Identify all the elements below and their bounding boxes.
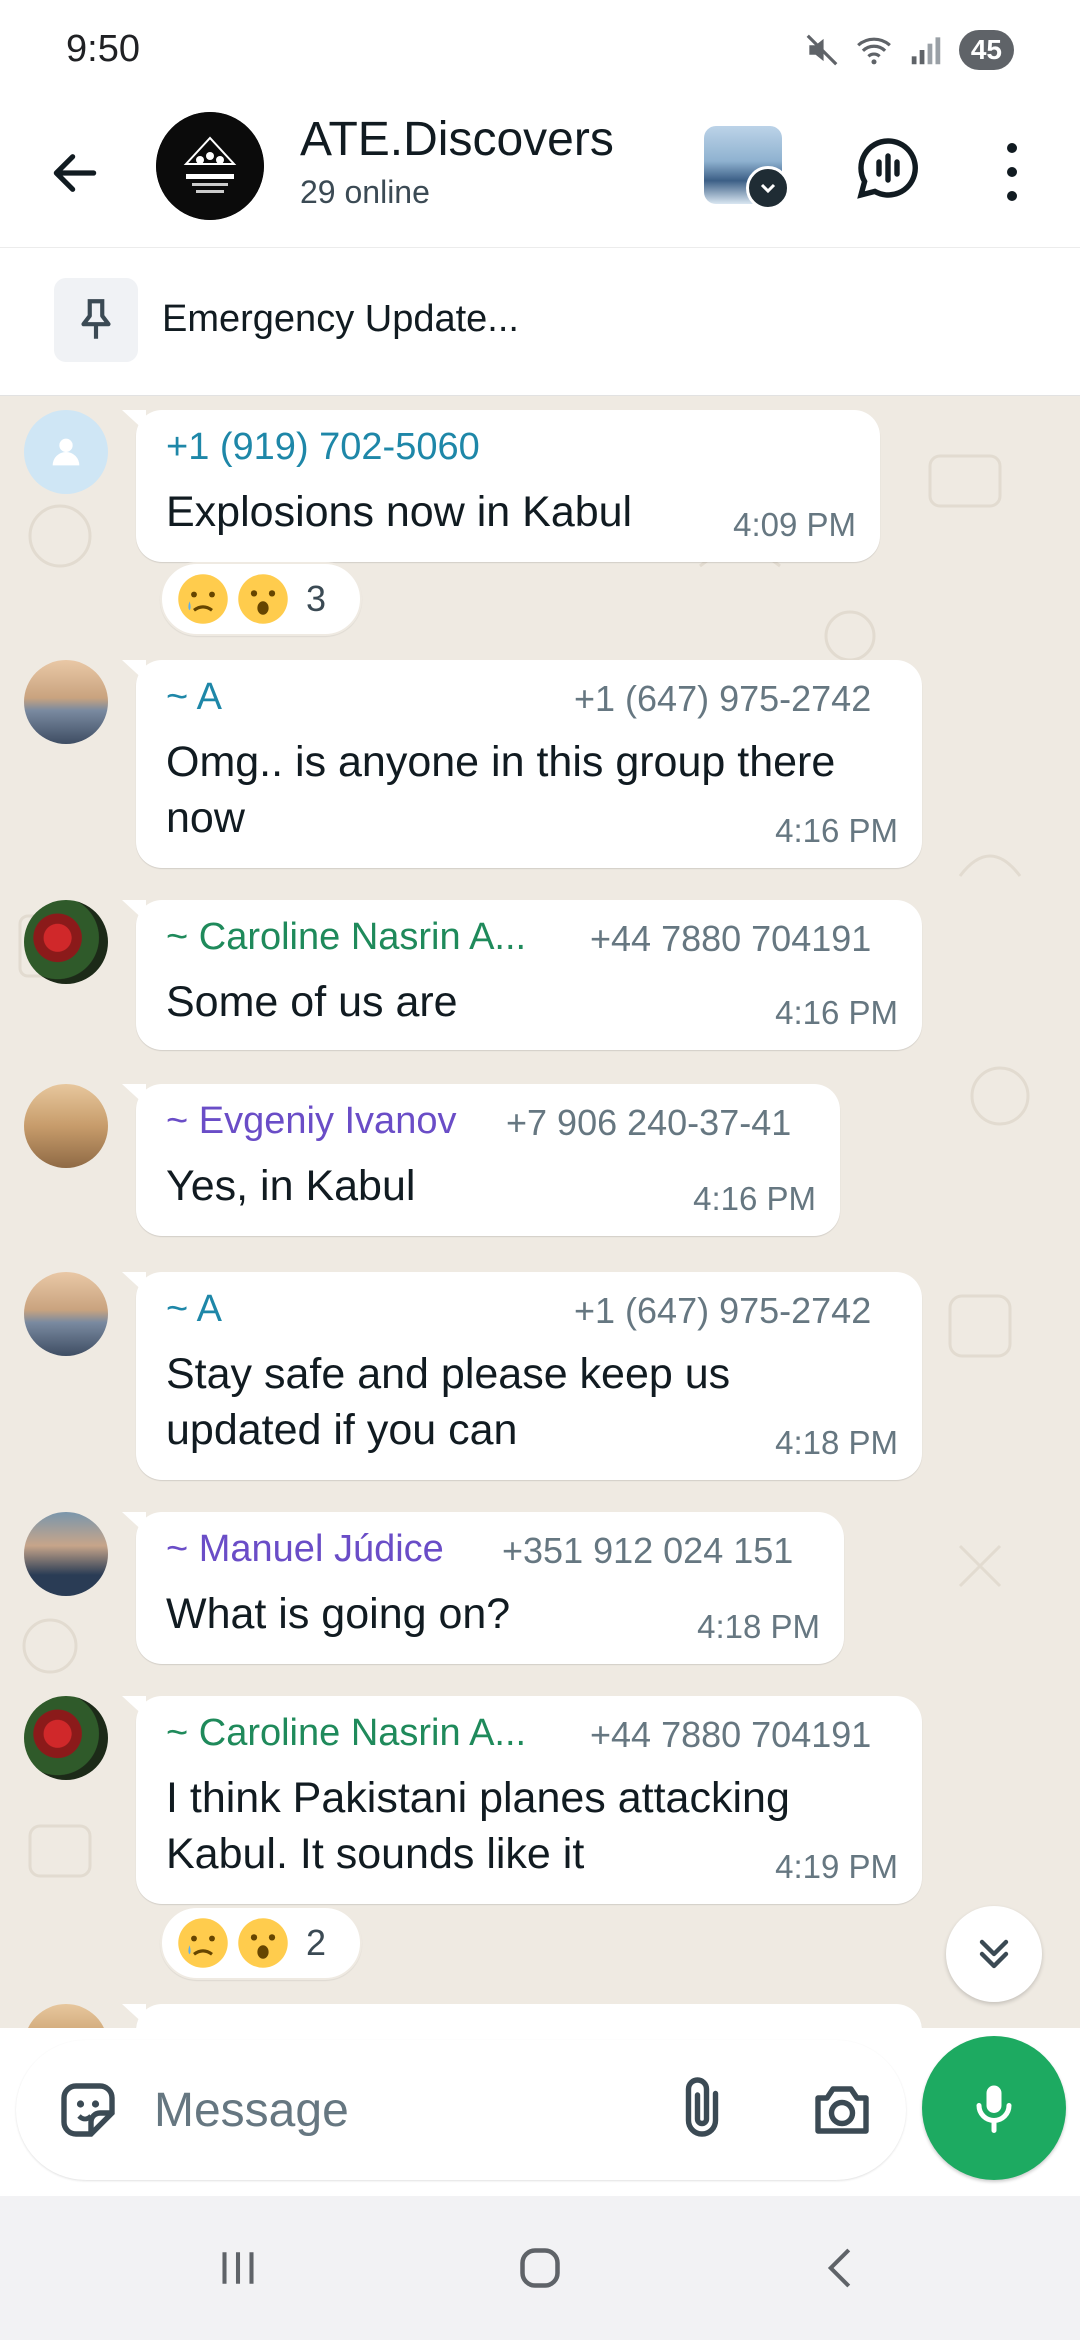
group-logo-icon: [156, 112, 264, 220]
pinned-text: Emergency Update...: [162, 298, 519, 340]
message-time: 4:19 PM: [775, 1848, 898, 1885]
astonished-face-icon: [238, 1918, 288, 1968]
message-time: 4:16 PM: [775, 812, 898, 849]
more-vert-icon: [1007, 143, 1017, 153]
reactions-pill[interactable]: 3: [160, 562, 362, 636]
battery-indicator: 45: [958, 30, 1014, 70]
sender-name[interactable]: ~ Manuel Júdice: [166, 1528, 444, 1571]
chat-header: ATE.Discovers 29 online: [0, 100, 1080, 248]
sender-avatar[interactable]: [24, 1084, 108, 1168]
back-arrow-icon: [53, 154, 97, 192]
sender-name[interactable]: ~ A: [166, 1288, 222, 1331]
wifi-icon: [856, 37, 891, 65]
message-time: 4:16 PM: [693, 1180, 816, 1217]
message-bubble[interactable]: ~ Caroline Nasrin A... +44 7880 704191 S…: [122, 900, 922, 1050]
message-row: +1 (919) 702-5060 Explosions now in Kabu…: [0, 410, 1080, 640]
group-avatar[interactable]: [156, 112, 264, 220]
sender-name[interactable]: ~ Caroline Nasrin A...: [166, 1712, 526, 1755]
message-bubble[interactable]: ~ A +1 (647) 975-2742 Omg.. is anyone in…: [122, 660, 922, 868]
message-input[interactable]: [154, 2070, 634, 2150]
message-bubble[interactable]: ~ Evgeniy Ivanov +7 906 240-37-41 Yes, i…: [122, 1084, 840, 1236]
message-row: ~ A +1 (647) 975-2742 Stay safe and plea…: [0, 1272, 1080, 1482]
sender-avatar[interactable]: [24, 660, 108, 744]
reactions-pill[interactable]: 2: [160, 1906, 362, 1980]
attach-icon[interactable]: [666, 2074, 738, 2146]
camera-icon[interactable]: [806, 2074, 878, 2146]
back-nav-icon: [827, 2248, 851, 2288]
sender-name[interactable]: +1 (919) 702-5060: [166, 426, 480, 469]
mic-icon: [976, 2085, 1012, 2133]
sender-phone: +44 7880 704191: [590, 1714, 872, 1755]
mute-icon: [806, 34, 838, 66]
message-time: 4:18 PM: [697, 1608, 820, 1645]
reaction-count: 2: [306, 1922, 327, 1963]
message-bubble[interactable]: +1 (919) 702-5060 Explosions now in Kabu…: [122, 410, 880, 562]
back-nav-button[interactable]: [806, 2232, 878, 2304]
sender-phone: +351 912 024 151: [502, 1530, 794, 1571]
message-text: Omg.. is anyone in this group there now: [166, 738, 836, 842]
recents-icon: [222, 2252, 254, 2284]
sender-avatar[interactable]: [24, 900, 108, 984]
message-row-partial: [0, 2004, 1080, 2028]
status-time: 9:50: [66, 28, 140, 70]
back-button[interactable]: [40, 138, 110, 208]
message-text: Some of us are: [166, 978, 458, 1026]
voice-chat-icon[interactable]: [852, 132, 924, 204]
message-text: Yes, in Kabul: [166, 1162, 416, 1210]
pin-icon: [54, 278, 138, 362]
message-row: ~ Evgeniy Ivanov +7 906 240-37-41 Yes, i…: [0, 1084, 1080, 1240]
status-icons: 45: [803, 30, 1014, 70]
message-bubble[interactable]: ~ Manuel Júdice +351 912 024 151 What is…: [122, 1512, 844, 1664]
crying-face-icon: [178, 1918, 228, 1968]
recents-button[interactable]: [202, 2232, 274, 2304]
pinned-message-bar[interactable]: Emergency Update...: [0, 248, 1080, 396]
message-row: ~ Manuel Júdice +351 912 024 151 What is…: [0, 1512, 1080, 1668]
message-bubble[interactable]: ~ A +1 (647) 975-2742 Stay safe and plea…: [122, 1272, 922, 1480]
message-composer: [16, 2040, 906, 2180]
sender-phone: +44 7880 704191: [590, 918, 872, 959]
reaction-count: 3: [306, 578, 327, 619]
status-bar: 9:50 45: [0, 0, 1080, 100]
sender-name[interactable]: ~ Evgeniy Ivanov: [166, 1100, 456, 1143]
sender-phone: +1 (647) 975-2742: [574, 1290, 872, 1331]
more-options-button[interactable]: [990, 136, 1034, 208]
sender-phone: +1 (647) 975-2742: [574, 678, 872, 719]
default-avatar-icon: [52, 438, 80, 466]
home-icon: [520, 2248, 560, 2288]
message-row: ~ Caroline Nasrin A... +44 7880 704191 S…: [0, 900, 1080, 1056]
sender-name[interactable]: ~ Caroline Nasrin A...: [166, 916, 526, 959]
message-text: What is going on?: [166, 1590, 511, 1638]
chevron-down-icon: [746, 166, 790, 210]
message-row: ~ Caroline Nasrin A... +44 7880 704191 I…: [0, 1696, 1080, 1986]
sticker-icon[interactable]: [52, 2074, 124, 2146]
sender-avatar[interactable]: [24, 410, 108, 494]
double-chevron-down-icon: [979, 1939, 1009, 1969]
scroll-to-bottom-button[interactable]: [946, 1906, 1042, 2002]
message-time: 4:18 PM: [775, 1424, 898, 1461]
sender-avatar[interactable]: [24, 2004, 108, 2028]
message-row: ~ A +1 (647) 975-2742 Omg.. is anyone in…: [0, 660, 1080, 870]
message-time: 4:16 PM: [775, 994, 898, 1031]
message-bubble[interactable]: [122, 2004, 922, 2028]
signal-icon: [911, 37, 941, 65]
sender-avatar[interactable]: [24, 1696, 108, 1780]
message-text: Stay safe and please keep us updated if …: [166, 1350, 731, 1454]
sender-name[interactable]: ~ A: [166, 676, 222, 719]
group-name[interactable]: ATE.Discovers: [300, 112, 614, 167]
online-count: 29 online: [300, 174, 430, 210]
message-time: 4:09 PM: [733, 506, 856, 543]
astonished-face-icon: [238, 574, 288, 624]
sender-avatar[interactable]: [24, 1512, 108, 1596]
message-bubble[interactable]: ~ Caroline Nasrin A... +44 7880 704191 I…: [122, 1696, 922, 1904]
mic-button[interactable]: [922, 2036, 1066, 2180]
chat-area[interactable]: +1 (919) 702-5060 Explosions now in Kabu…: [0, 396, 1080, 2028]
crying-face-icon: [178, 574, 228, 624]
sender-phone: +7 906 240-37-41: [506, 1102, 792, 1143]
sender-avatar[interactable]: [24, 1272, 108, 1356]
message-text: Explosions now in Kabul: [166, 488, 633, 536]
home-button[interactable]: [504, 2232, 576, 2304]
system-navigation-bar: [0, 2196, 1080, 2340]
